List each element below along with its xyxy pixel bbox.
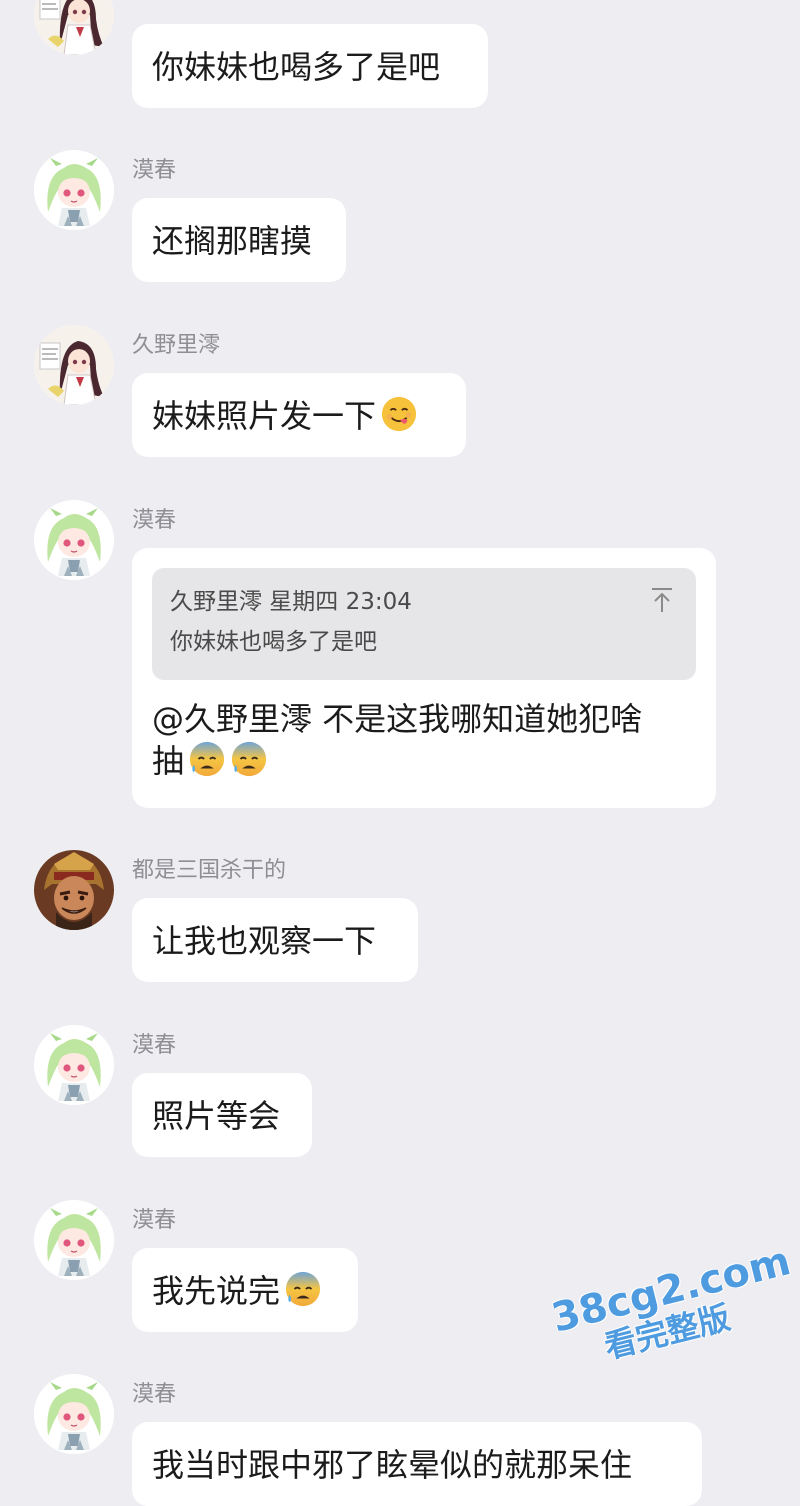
quoted-message-meta: 久野里澪 星期四 23:04 [170, 589, 412, 615]
watermark: 38cg2.com 看完整版 [547, 1238, 800, 1374]
sender-name: 漠春 [132, 1208, 177, 1233]
avatar[interactable] [34, 500, 114, 580]
avatar[interactable] [34, 1374, 114, 1454]
sender-name: 漠春 [132, 1382, 177, 1407]
avatar-image [34, 1200, 114, 1280]
anxious-sweat-face-emoji-icon [188, 740, 226, 778]
yum-face-emoji-icon [380, 395, 418, 433]
avatar-image [34, 0, 114, 55]
sender-name: 漠春 [132, 508, 177, 533]
avatar-image [34, 150, 114, 230]
message-bubble[interactable]: 你妹妹也喝多了是吧 [132, 24, 488, 108]
sender-name: 久野里澪 [132, 333, 221, 358]
reply-message-bubble[interactable]: 久野里澪 星期四 23:04 你妹妹也喝多了是吧 @久野里澪 不是这我哪知道她犯… [132, 548, 716, 808]
anxious-sweat-face-emoji-icon [284, 1270, 322, 1308]
avatar[interactable] [34, 1200, 114, 1280]
quoted-message-text: 你妹妹也喝多了是吧 [170, 629, 377, 655]
sender-name: 漠春 [132, 1033, 177, 1058]
avatar[interactable] [34, 0, 114, 55]
message-bubble[interactable]: 妹妹照片发一下 [132, 373, 466, 457]
message-bubble[interactable]: 我当时跟中邪了眩晕似的就那呆住 [132, 1422, 702, 1506]
message-bubble[interactable]: 让我也观察一下 [132, 898, 418, 982]
avatar-image [34, 1025, 114, 1105]
avatar[interactable] [34, 150, 114, 230]
message-bubble[interactable]: 还搁那瞎摸 [132, 198, 346, 282]
sender-name: 都是三国杀干的 [132, 858, 287, 883]
avatar-image [34, 1374, 114, 1454]
anxious-sweat-face-emoji-icon [230, 740, 268, 778]
avatar[interactable] [34, 325, 114, 405]
quoted-message[interactable]: 久野里澪 星期四 23:04 你妹妹也喝多了是吧 [152, 568, 696, 680]
message-text: 抽 [152, 742, 185, 780]
message-text: 照片等会 [152, 1097, 281, 1135]
sender-name: 漠春 [132, 158, 177, 183]
avatar[interactable] [34, 1025, 114, 1105]
message-text: 还搁那瞎摸 [152, 222, 313, 260]
message-text: 我当时跟中邪了眩晕似的就那呆住 [152, 1446, 633, 1484]
message-text: 你妹妹也喝多了是吧 [152, 48, 441, 86]
message-text: 让我也观察一下 [152, 922, 377, 960]
message-text-line: @久野里澪 不是这我哪知道她犯啥 [152, 700, 643, 738]
avatar-image [34, 500, 114, 580]
jump-to-top-icon[interactable] [650, 586, 674, 614]
avatar-image [34, 325, 114, 405]
message-bubble[interactable]: 照片等会 [132, 1073, 312, 1157]
message-text-line: 抽 [152, 740, 696, 782]
avatar[interactable] [34, 850, 114, 930]
message-text: 我先说完 [152, 1272, 281, 1310]
message-text: 妹妹照片发一下 [152, 397, 377, 435]
message-bubble[interactable]: 我先说完 [132, 1248, 358, 1332]
avatar-image [34, 850, 114, 930]
